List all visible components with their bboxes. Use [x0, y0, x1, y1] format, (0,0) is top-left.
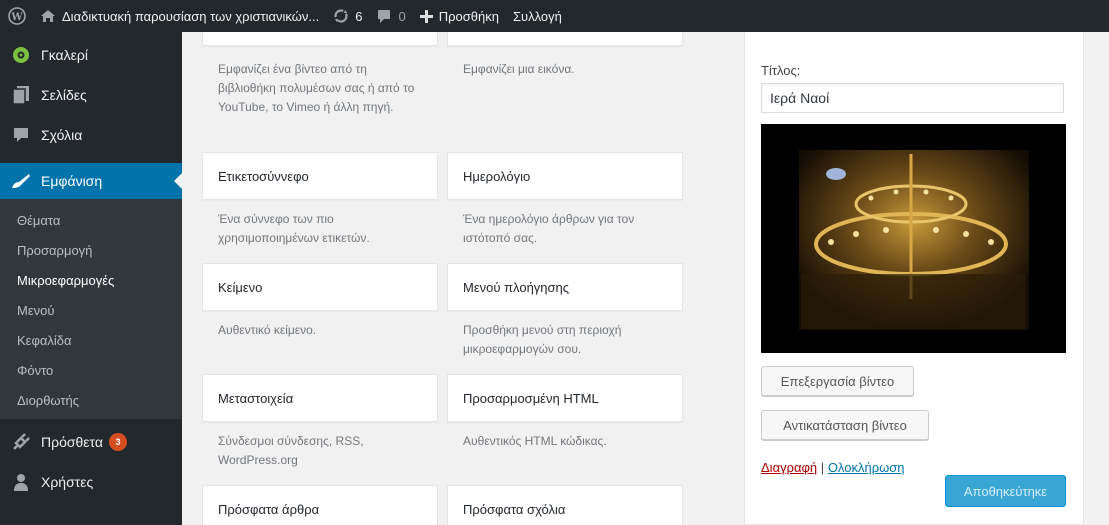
widget-calendar[interactable]: Ημερολόγιο — [447, 152, 683, 200]
widget-description: Εμφανίζει ένα βίντεο από τη βιβλιοθήκη π… — [218, 62, 415, 114]
submenu-item-widgets[interactable]: Μικροεφαρμογές — [0, 265, 182, 295]
title-input[interactable] — [761, 83, 1064, 113]
updates-count: 6 — [355, 8, 363, 24]
widget-description: Ένα σύννεφο των πιο χρησιμοποιημένων ετι… — [218, 212, 370, 245]
new-label: Προσθήκη — [438, 8, 499, 24]
widget-meta[interactable]: Μεταστοιχεία — [202, 374, 438, 422]
submenu-item-editor[interactable]: Διορθωτής — [0, 385, 182, 415]
menu-item-users[interactable]: Χρήστες — [0, 462, 182, 502]
menu-item-label: Χρήστες — [41, 474, 94, 490]
widget-description: Αυθεντικός HTML κώδικας. — [463, 434, 607, 448]
widget-description: Σύνδεσμοι σύνδεσης, RSS, WordPress.org — [218, 434, 364, 467]
svg-text:W: W — [10, 12, 23, 23]
done-link[interactable]: Ολοκλήρωση — [828, 460, 905, 475]
submenu-item-background[interactable]: Φόντο — [0, 355, 182, 385]
appearance-icon — [11, 171, 31, 191]
submenu-item-themes[interactable]: Θέματα — [0, 205, 182, 235]
video-preview[interactable] — [761, 124, 1066, 353]
title-label: Τίτλος: — [761, 63, 801, 78]
video-widget-panel: Τίτλος: Επεξεργασία βίντεο Αντι — [744, 32, 1084, 525]
widget-actions: Διαγραφή | Ολοκλήρωση — [761, 460, 905, 475]
users-icon — [11, 472, 31, 492]
submenu-item-menus[interactable]: Μενού — [0, 295, 182, 325]
menu-item-label: Εμφάνιση — [41, 173, 103, 189]
comments-link[interactable]: 0 — [369, 0, 412, 32]
replace-video-button[interactable]: Αντικατάσταση βίντεο — [761, 410, 929, 440]
widget-description: Εμφανίζει μια εικόνα. — [463, 62, 575, 76]
edit-video-button[interactable]: Επεξεργασία βίντεο — [761, 366, 914, 396]
widget-description: Προσθήκη μενού στη περιοχή μικροεφαρμογώ… — [463, 323, 622, 356]
menu-item-label: Γκαλερί — [41, 47, 88, 63]
widget-description: Αυθεντικό κείμενο. — [218, 323, 317, 337]
available-widgets: Εμφανίζει ένα βίντεο από τη βιβλιοθήκη π… — [202, 32, 702, 525]
widget-text[interactable]: Κείμενο — [202, 263, 438, 311]
site-title: Διαδικτυακή παρουσίαση των χριστιανικών.… — [62, 8, 320, 24]
widget-navigation-menu[interactable]: Μενού πλοήγησης — [447, 263, 683, 311]
wordpress-logo[interactable]: W — [0, 0, 33, 32]
home-icon — [40, 9, 56, 23]
gallery-icon — [11, 45, 31, 65]
comments-count: 0 — [398, 8, 406, 24]
save-button[interactable]: Αποθηκεύτηκε — [945, 475, 1066, 507]
link-separator: | — [820, 460, 825, 475]
widget-custom-html[interactable]: Προσαρμοσμένη HTML — [447, 374, 683, 422]
widget-tag-cloud[interactable]: Ετικετοσύννεφο — [202, 152, 438, 200]
menu-item-label: Πρόσθετα — [41, 434, 103, 450]
menu-item-gallery[interactable]: Γκαλερί — [0, 35, 182, 75]
submenu-item-header[interactable]: Κεφαλίδα — [0, 325, 182, 355]
menu-item-comments[interactable]: Σχόλια — [0, 115, 182, 155]
submenu-item-customize[interactable]: Προσαρμογή — [0, 235, 182, 265]
widget-video-title[interactable] — [202, 32, 438, 46]
menu-item-appearance[interactable]: Εμφάνιση — [0, 163, 182, 199]
widget-recent-posts[interactable]: Πρόσφατα άρθρα — [202, 485, 438, 525]
menu-item-label: Σελίδες — [41, 87, 87, 103]
updates-link[interactable]: 6 — [326, 0, 369, 32]
new-content-link[interactable]: Προσθήκη — [413, 0, 506, 32]
menu-item-plugins[interactable]: Πρόσθετα 3 — [0, 422, 182, 462]
comments-icon — [11, 125, 31, 145]
widget-image-title[interactable] — [447, 32, 683, 46]
appearance-submenu: Θέματα Προσαρμογή Μικροεφαρμογές Μενού Κ… — [0, 199, 182, 419]
pages-icon — [11, 85, 31, 105]
delete-link[interactable]: Διαγραφή — [761, 460, 817, 475]
comment-bubble-icon — [376, 9, 392, 24]
plugins-update-badge: 3 — [108, 433, 127, 451]
customize-link[interactable]: Συλλογή — [506, 0, 569, 32]
site-name-link[interactable]: Διαδικτυακή παρουσίαση των χριστιανικών.… — [33, 0, 326, 32]
admin-sidebar: Γκαλερί Σελίδες Σχόλια Εμφάνιση Θέματα Π… — [0, 32, 182, 525]
customize-label: Συλλογή — [512, 8, 562, 24]
admin-bar: W Διαδικτυακή παρουσίαση των χριστιανικώ… — [0, 0, 1109, 32]
widget-description: Ένα ημερολόγιο άρθρων για τον ιστότοπό σ… — [463, 212, 635, 245]
updates-icon — [333, 8, 349, 24]
menu-item-label: Σχόλια — [41, 127, 83, 143]
widget-recent-comments[interactable]: Πρόσφατα σχόλια — [447, 485, 683, 525]
menu-item-pages[interactable]: Σελίδες — [0, 75, 182, 115]
plugins-icon — [11, 432, 31, 452]
plus-icon — [419, 9, 433, 23]
